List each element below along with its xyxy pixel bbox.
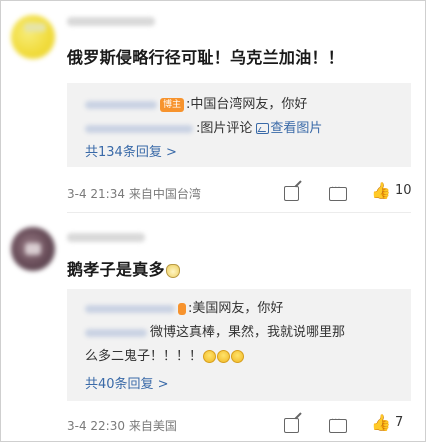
comment-item: 俄罗斯侵略行径可耻！乌克兰加油！！ 博主:中国台湾网友，你好 :图片评论 查看图片… <box>1 1 425 213</box>
avatar[interactable] <box>11 15 55 59</box>
reply-text: 微博这真棒，果然，我就说哪里那 <box>150 325 346 340</box>
laughing-emoji-icon <box>231 350 245 363</box>
comment-button[interactable] <box>328 183 347 201</box>
like-count: 7 <box>395 415 404 430</box>
more-replies-link[interactable]: 共134条回复 > <box>85 141 177 160</box>
avatar[interactable] <box>11 227 55 271</box>
reply-text: 么多二鬼子！！！！ <box>85 349 203 364</box>
reply-author-blurred[interactable] <box>85 124 193 133</box>
more-replies-link[interactable]: 共40条回复 > <box>85 373 169 392</box>
reply-line: 么多二鬼子！！！！ <box>85 345 245 364</box>
like-button[interactable]: 👍 10 <box>371 183 415 199</box>
reply-author-blurred[interactable] <box>85 100 157 109</box>
reply-line: :美国网友，你好 <box>85 297 283 316</box>
image-icon <box>256 123 270 134</box>
comment-text: 鹅孝子是真多 <box>67 256 180 280</box>
reply-preview-box[interactable]: 博主:中国台湾网友，你好 :图片评论 查看图片 共134条回复 > <box>67 83 411 167</box>
share-button[interactable] <box>282 417 300 433</box>
reply-text: :图片评论 <box>196 121 253 136</box>
share-icon <box>284 418 299 433</box>
comment-icon <box>329 183 347 201</box>
comment-location: 来自中国台湾 <box>128 187 201 201</box>
thumbs-up-icon: 👍 <box>371 413 391 432</box>
comment-time: 3-4 21:34 <box>67 187 125 201</box>
comment-meta: 3-4 21:34 来自中国台湾 <box>67 185 201 202</box>
laughing-emoji-icon <box>203 350 217 363</box>
like-count: 10 <box>395 183 412 198</box>
username-blurred[interactable] <box>67 233 145 242</box>
reply-line: 微博这真棒，果然，我就说哪里那 <box>85 321 345 340</box>
like-button[interactable]: 👍 7 <box>371 415 415 431</box>
reply-line: :图片评论 查看图片 <box>85 117 322 136</box>
reply-preview-box[interactable]: :美国网友，你好 微博这真棒，果然，我就说哪里那 么多二鬼子！！！！ 共40条回… <box>67 289 411 401</box>
author-tag: 博主 <box>160 97 185 112</box>
thumbs-up-icon: 👍 <box>371 181 391 200</box>
reply-text: :中国台湾网友，你好 <box>186 97 308 112</box>
comment-text: 俄罗斯侵略行径可耻！乌克兰加油！！ <box>67 48 345 67</box>
author-tag-partial <box>178 302 186 315</box>
weibo-comment-list: 俄罗斯侵略行径可耻！乌克兰加油！！ 博主:中国台湾网友，你好 :图片评论 查看图片… <box>0 0 426 442</box>
bunny-emoji-icon <box>165 263 180 278</box>
comment-time: 3-4 22:30 <box>67 419 125 433</box>
view-image-link[interactable]: 查看图片 <box>252 121 322 136</box>
share-button[interactable] <box>282 185 300 201</box>
comment-button[interactable] <box>328 415 347 433</box>
share-icon <box>284 186 299 201</box>
comment-meta: 3-4 22:30 来自美国 <box>67 417 177 434</box>
comment-icon <box>329 415 347 433</box>
reply-line: 博主:中国台湾网友，你好 <box>85 93 307 112</box>
laughing-emoji-icon <box>217 350 231 363</box>
comment-location: 来自美国 <box>128 419 177 433</box>
reply-author-blurred[interactable] <box>85 304 175 313</box>
reply-author-blurred[interactable] <box>85 328 147 337</box>
reply-text: :美国网友，你好 <box>188 301 284 316</box>
username-blurred[interactable] <box>67 17 155 26</box>
